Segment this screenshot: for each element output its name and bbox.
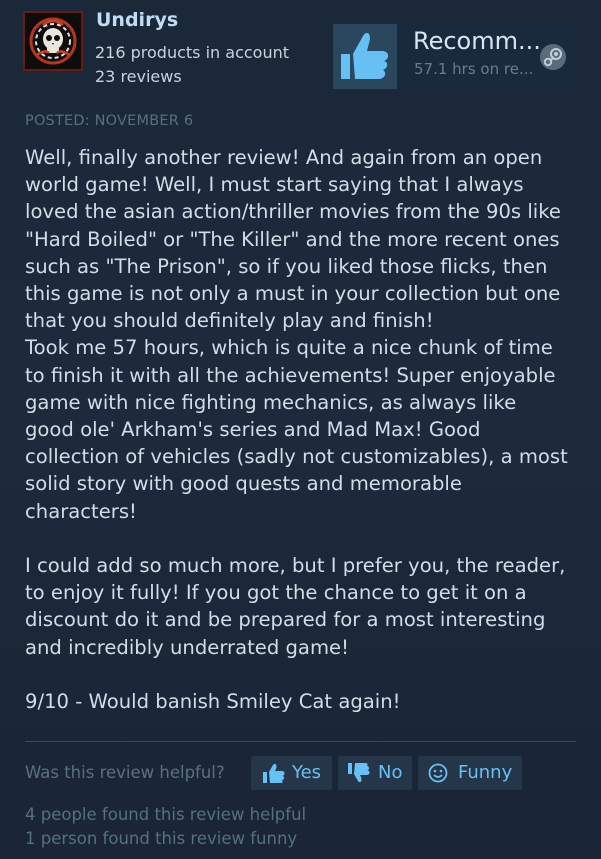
review-text-line: Took me 57 hours, which is quite a nice … (25, 336, 553, 360)
review-text-line: this game is not only a must in your col… (25, 282, 561, 306)
review-card: Undirys 216 products in account 23 revie… (0, 0, 601, 859)
smiley-icon (428, 763, 448, 783)
helpful-count: 4 people found this review helpful (25, 805, 307, 824)
posted-date: POSTED: NOVEMBER 6 (25, 113, 194, 129)
products-count[interactable]: 216 products in account (95, 43, 289, 62)
review-text-line: game with nice fighting mechanics, as al… (25, 390, 517, 414)
review-text-line: such as "The Prison", so if you liked th… (25, 254, 548, 278)
review-text-line: world game! Well, I must start saying th… (25, 173, 524, 197)
review-body: Well, finally another review! And again … (25, 144, 575, 715)
review-text-line: discount do it and be prepared for a mos… (25, 608, 546, 632)
recommended-thumb-tile (333, 24, 397, 89)
review-text-line: to enjoy it fully! If you got the chance… (25, 581, 527, 605)
vote-funny-button[interactable]: Funny (418, 756, 522, 790)
recommendation-box[interactable]: Recomm... 57.1 hrs on re... (333, 24, 575, 89)
yes-label: Yes (292, 762, 322, 783)
helpful-question: Was this review helpful? (25, 763, 225, 782)
hours-played: 57.1 hrs on re... (414, 60, 534, 78)
review-text-line: to finish it with all the achievements! … (25, 363, 556, 387)
review-header: Undirys 216 products in account 23 revie… (0, 0, 601, 105)
review-text-line: 9/10 - Would banish Smiley Cat again! (25, 690, 401, 714)
review-text-line: that you should definitely play and fini… (25, 309, 434, 333)
no-label: No (378, 762, 403, 783)
review-text-line: "Hard Boiled" or "The Killer" and the mo… (25, 227, 560, 251)
funny-count: 1 person found this review funny (25, 829, 298, 848)
review-text-line: Well, finally another review! And again … (25, 146, 543, 169)
steam-logo-icon (540, 44, 566, 70)
vote-yes-button[interactable]: Yes (251, 756, 332, 790)
thumbs-up-icon (341, 32, 389, 79)
review-text-line: characters! (25, 499, 137, 523)
vote-no-button[interactable]: No (338, 756, 412, 790)
review-text-line: I could add so much more, but I prefer y… (25, 554, 566, 578)
reviews-count[interactable]: 23 reviews (95, 67, 182, 86)
recommendation-title: Recomm... (413, 27, 541, 55)
funny-label: Funny (458, 762, 513, 783)
skull-emblem-icon (25, 13, 81, 69)
review-text-line: collection of vehicles (sadly not custom… (25, 445, 568, 469)
review-text-line: loved the asian action/thriller movies f… (25, 200, 561, 224)
review-text-line: solid story with good quests and memorab… (25, 472, 462, 496)
thumbs-down-icon (348, 763, 370, 783)
author-name[interactable]: Undirys (96, 9, 178, 31)
thumbs-up-icon (263, 763, 285, 783)
avatar[interactable] (23, 11, 83, 71)
review-text-line: good ole' Arkham's series and Mad Max! G… (25, 418, 481, 442)
review-text-line: and incredibly underrated game! (25, 635, 349, 659)
divider (25, 741, 576, 742)
